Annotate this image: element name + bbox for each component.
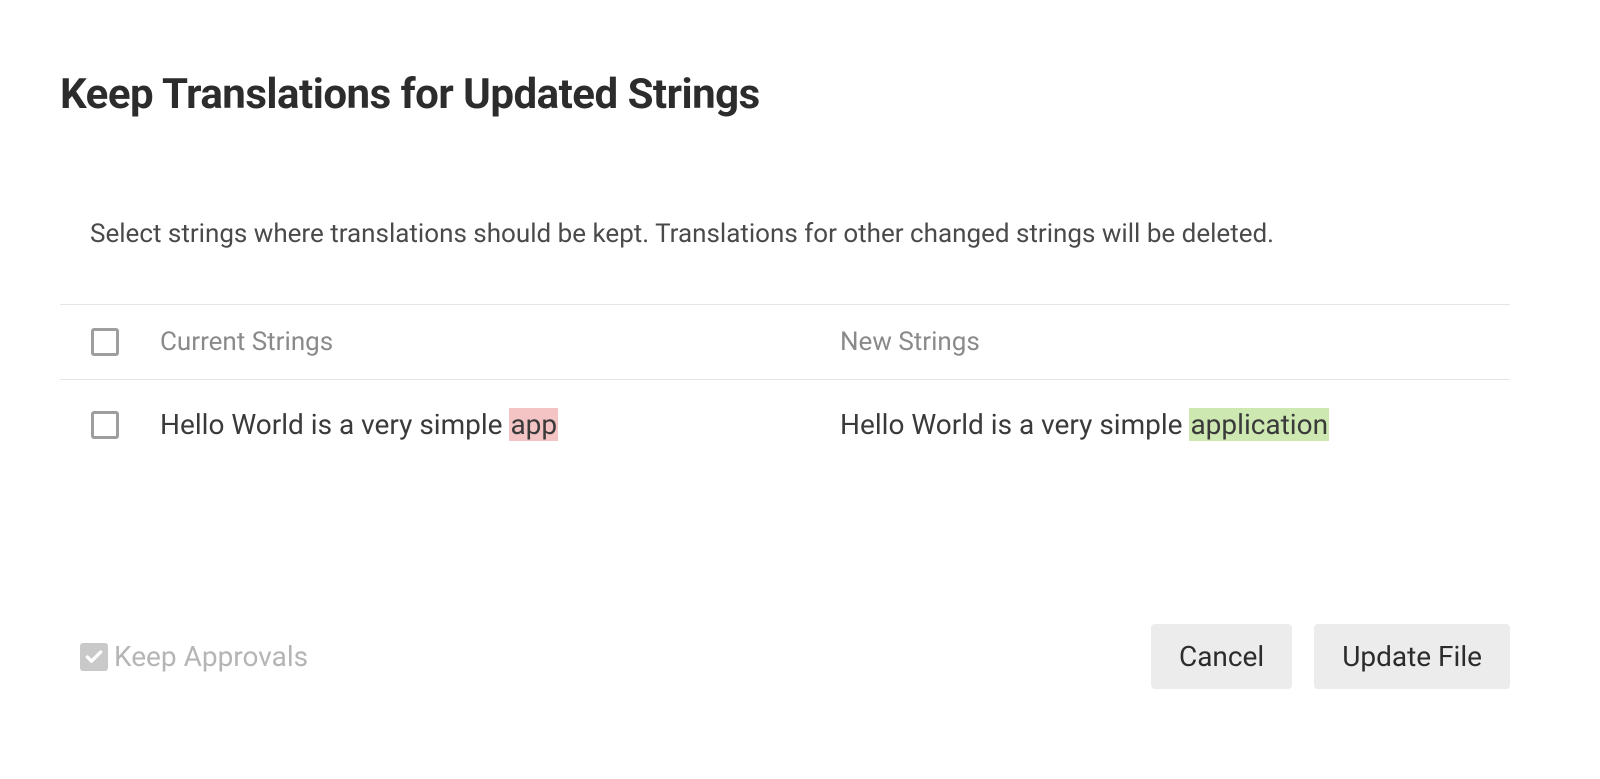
footer-buttons: Cancel Update File	[1151, 624, 1510, 689]
dialog-footer: Keep Approvals Cancel Update File	[60, 624, 1540, 739]
current-string-cell: Hello World is a very simple app	[150, 408, 830, 441]
row-checkbox-cell	[60, 411, 150, 439]
diff-added: application	[1189, 408, 1329, 441]
table-header-row: Current Strings New Strings	[60, 304, 1510, 380]
row-checkbox[interactable]	[91, 411, 119, 439]
select-all-cell	[60, 328, 150, 356]
strings-table: Current Strings New Strings Hello World …	[60, 304, 1510, 441]
current-string-text: Hello World is a very simple app	[160, 408, 558, 441]
keep-approvals-checkbox[interactable]	[80, 643, 108, 671]
dialog-container: Keep Translations for Updated Strings Se…	[0, 0, 1600, 779]
table-row: Hello World is a very simple app Hello W…	[60, 380, 1510, 441]
new-string-cell: Hello World is a very simple application	[830, 408, 1510, 441]
update-file-button[interactable]: Update File	[1314, 624, 1510, 689]
current-string-prefix: Hello World is a very simple	[160, 408, 509, 441]
checkmark-icon	[84, 647, 104, 667]
column-header-new: New Strings	[830, 327, 1510, 357]
new-string-text: Hello World is a very simple application	[840, 408, 1329, 441]
description-text: Select strings where translations should…	[90, 219, 1540, 249]
select-all-checkbox[interactable]	[91, 328, 119, 356]
cancel-button[interactable]: Cancel	[1151, 624, 1292, 689]
keep-approvals-label: Keep Approvals	[114, 640, 308, 673]
column-header-current: Current Strings	[150, 327, 830, 357]
keep-approvals-option: Keep Approvals	[80, 640, 308, 673]
diff-removed: app	[509, 408, 558, 441]
page-title: Keep Translations for Updated Strings	[60, 70, 1540, 119]
new-string-prefix: Hello World is a very simple	[840, 408, 1189, 441]
